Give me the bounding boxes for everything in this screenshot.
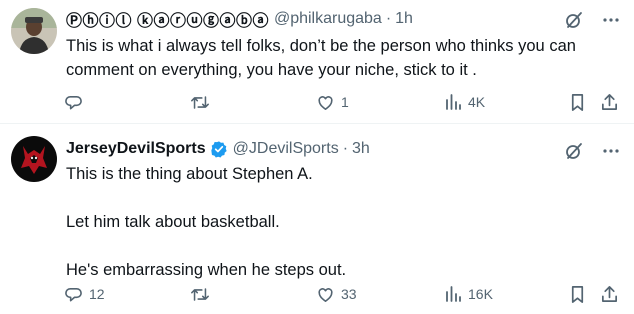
tweet-actions: 12 33 16K [64,284,624,304]
bookmark-icon [569,93,586,112]
views-button[interactable]: 16K [444,284,493,304]
heart-icon [316,93,335,112]
views-icon [444,285,462,303]
tweet-paragraph: Let him talk about basketball. [66,213,280,231]
share-button[interactable] [600,284,619,304]
grok-icon[interactable] [564,10,584,35]
tweet-text: This is the thing about Stephen A. Let h… [66,162,616,282]
reply-count: 12 [89,286,105,302]
share-icon [600,285,619,304]
tweet-actions: 1 4K [64,92,624,112]
tweet-paragraph: He's embarrassing when he steps out. [66,261,347,279]
tweet-jdevilsports[interactable]: JerseyDevilSports @JDevilSports · 3h Thi… [0,124,634,314]
views-count: 16K [468,286,493,302]
views-count: 4K [468,94,486,110]
share-icon [600,93,619,112]
reply-icon [64,93,83,112]
retweet-icon [190,93,210,112]
like-button[interactable]: 33 [316,284,357,304]
tweet-header: Ⓟⓗⓘⓛ ⓚⓐⓡⓤⓖⓐⓑⓐ @philkarugaba · 1h [66,8,413,30]
avatar[interactable] [11,8,57,54]
like-button[interactable]: 1 [316,92,349,112]
tweet-text: This is what i always tell folks, don’t … [66,34,616,82]
reply-button[interactable] [64,92,89,112]
tweet-header: JerseyDevilSports @JDevilSports · 3h [66,138,370,160]
avatar-photo-icon [11,8,57,54]
reply-button[interactable]: 12 [64,284,105,304]
timestamp[interactable]: 3h [352,140,370,158]
like-count: 33 [341,286,357,302]
bookmark-button[interactable] [569,284,586,304]
views-icon [444,93,462,111]
display-name[interactable]: JerseyDevilSports [66,140,206,158]
avatar[interactable] [11,136,57,182]
tweet-paragraph: This is what i always tell folks, don’t … [66,37,576,79]
separator: · [342,140,349,157]
handle[interactable]: @JDevilSports [233,140,339,158]
tweet-philkarugaba[interactable]: Ⓟⓗⓘⓛ ⓚⓐⓡⓤⓖⓐⓑⓐ @philkarugaba · 1h This is… [0,0,634,123]
display-name[interactable]: Ⓟⓗⓘⓛ ⓚⓐⓡⓤⓖⓐⓑⓐ [66,7,269,31]
retweet-button[interactable] [190,284,216,304]
bookmark-icon [569,285,586,304]
header-actions [564,10,620,35]
more-icon[interactable] [602,11,620,34]
reply-icon [64,285,83,304]
timestamp[interactable]: 1h [395,10,413,28]
like-count: 1 [341,94,349,110]
views-button[interactable]: 4K [444,92,485,112]
share-button[interactable] [600,92,619,112]
bookmark-button[interactable] [569,92,586,112]
handle[interactable]: @philkarugaba [274,10,382,28]
retweet-icon [190,285,210,304]
devil-logo-icon [11,136,57,182]
tweet-paragraph: This is the thing about Stephen A. [66,165,313,183]
heart-icon [316,285,335,304]
separator: · [385,10,392,27]
retweet-button[interactable] [190,92,216,112]
verified-badge-icon [210,140,228,158]
